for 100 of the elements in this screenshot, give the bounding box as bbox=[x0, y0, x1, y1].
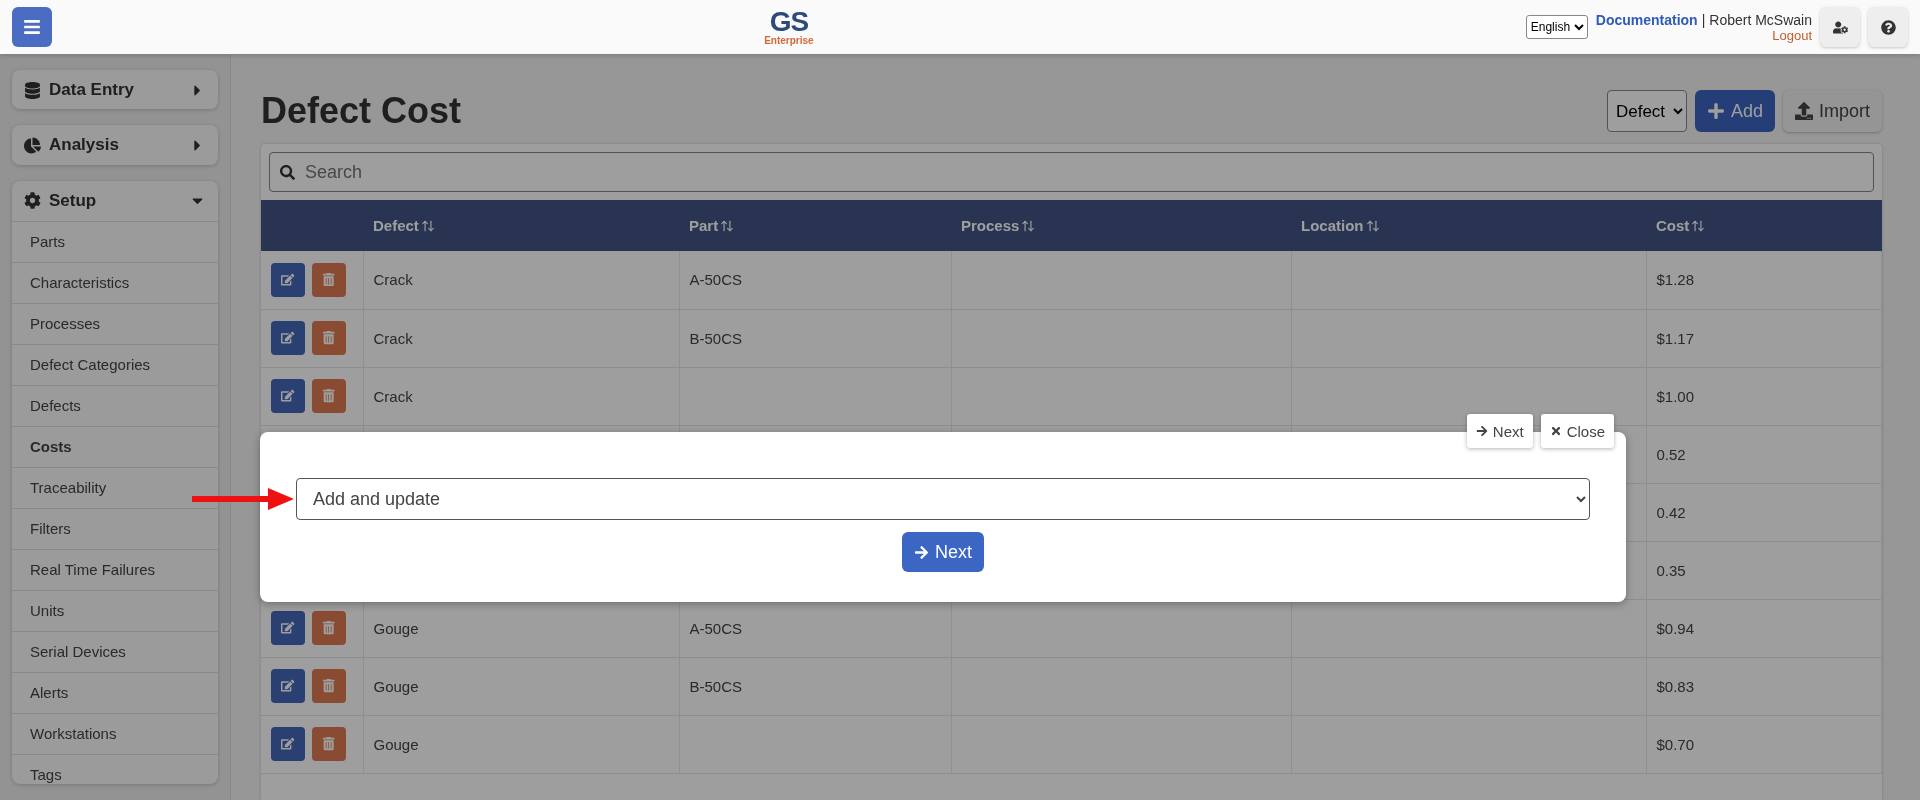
logo-title: GS bbox=[769, 8, 809, 36]
page-title: Defect Cost bbox=[261, 90, 463, 132]
trash-icon bbox=[322, 389, 336, 403]
delete-button[interactable] bbox=[312, 262, 346, 297]
table-cell: A-50CS bbox=[689, 271, 743, 289]
sidebar-item[interactable]: Units bbox=[12, 589, 218, 631]
import-button[interactable]: Import bbox=[1783, 90, 1882, 132]
pie-chart-icon bbox=[24, 136, 41, 154]
table-cell: $1.28 bbox=[1656, 271, 1695, 289]
trash-icon bbox=[322, 737, 336, 751]
documentation-link[interactable]: Documentation bbox=[1595, 11, 1698, 28]
table-cell: Gouge bbox=[373, 735, 419, 753]
delete-button[interactable] bbox=[312, 611, 346, 645]
delete-button[interactable] bbox=[312, 727, 346, 761]
column-title[interactable]: Defect bbox=[373, 217, 419, 234]
table-cell: 0.42 bbox=[1656, 503, 1686, 521]
sidebar-section[interactable]: Setup bbox=[12, 180, 218, 221]
table-cell: 0.35 bbox=[1656, 561, 1686, 579]
sidebar-item[interactable]: Processes bbox=[12, 302, 218, 344]
table-cell: Gouge bbox=[373, 619, 419, 637]
table-cell: $1.17 bbox=[1656, 329, 1695, 347]
language-select[interactable]: English bbox=[1525, 15, 1588, 39]
user-name: Robert McSwain bbox=[1709, 11, 1812, 28]
edit-button[interactable] bbox=[271, 262, 305, 297]
sidebar-section[interactable]: Analysis bbox=[12, 125, 218, 165]
trash-icon bbox=[322, 679, 336, 693]
sidebar-item[interactable]: Real Time Failures bbox=[12, 548, 218, 590]
edit-icon bbox=[281, 737, 295, 751]
menu-icon bbox=[23, 18, 41, 36]
edit-icon bbox=[281, 273, 295, 287]
user-settings-icon bbox=[1832, 19, 1848, 35]
table-cell: A-50CS bbox=[689, 619, 743, 637]
table-cell: Gouge bbox=[373, 677, 419, 695]
sidebar-item[interactable]: Alerts bbox=[12, 671, 218, 713]
close-button[interactable]: Close bbox=[1540, 414, 1614, 448]
logo-subtitle: Enterprise bbox=[764, 36, 814, 46]
sidebar-section[interactable]: Data Entry bbox=[12, 70, 218, 110]
edit-button[interactable] bbox=[271, 727, 305, 761]
search-input[interactable]: Search bbox=[303, 160, 1863, 184]
tour-next-button[interactable]: Next bbox=[1466, 414, 1533, 448]
sort-icon bbox=[420, 218, 435, 233]
category-select[interactable]: Defect bbox=[1606, 90, 1687, 132]
sort-icon bbox=[1021, 218, 1036, 233]
table-cell: $1.00 bbox=[1656, 387, 1695, 405]
help-button[interactable] bbox=[1868, 7, 1908, 47]
sidebar-item[interactable]: Parts bbox=[12, 220, 218, 262]
table-cell: Crack bbox=[373, 329, 413, 347]
sidebar-item[interactable]: Costs bbox=[12, 425, 218, 467]
table-cell: B-50CS bbox=[689, 329, 743, 347]
delete-button[interactable] bbox=[312, 669, 346, 703]
edit-icon bbox=[281, 331, 295, 345]
sidebar-item[interactable]: Defects bbox=[12, 384, 218, 426]
sort-icon bbox=[1691, 218, 1706, 233]
add-button[interactable]: Add bbox=[1694, 90, 1775, 132]
delete-button[interactable] bbox=[312, 379, 346, 413]
sidebar-item[interactable]: Workstations bbox=[12, 712, 218, 754]
table-cell: B-50CS bbox=[689, 677, 743, 695]
edit-icon bbox=[281, 389, 295, 403]
trash-icon bbox=[322, 331, 336, 345]
plus-icon bbox=[1706, 102, 1725, 120]
column-title[interactable]: Cost bbox=[1656, 217, 1690, 234]
column-title[interactable]: Part bbox=[689, 217, 719, 234]
delete-button[interactable] bbox=[312, 321, 346, 355]
edit-button[interactable] bbox=[271, 379, 305, 413]
separator: | bbox=[1701, 11, 1706, 28]
settings-icon bbox=[24, 192, 41, 210]
column-title[interactable]: Location bbox=[1301, 217, 1364, 234]
sort-icon bbox=[720, 218, 735, 233]
sidebar-item[interactable]: Filters bbox=[12, 507, 218, 549]
help-icon bbox=[1880, 19, 1896, 35]
logout-link[interactable]: Logout bbox=[1772, 27, 1812, 43]
action-select[interactable]: Add and update bbox=[296, 478, 1590, 520]
sidebar-item[interactable]: Serial Devices bbox=[12, 630, 218, 672]
table-cell: Crack bbox=[373, 271, 413, 289]
table-cell: 0.52 bbox=[1656, 445, 1686, 463]
search-icon bbox=[280, 164, 295, 180]
edit-icon bbox=[281, 679, 295, 693]
sidebar-item[interactable]: Defect Categories bbox=[12, 343, 218, 385]
upload-icon bbox=[1795, 102, 1813, 120]
column-title[interactable]: Process bbox=[961, 217, 1020, 234]
trash-icon bbox=[322, 621, 336, 635]
table-cell: $0.94 bbox=[1656, 619, 1695, 637]
sidebar-item[interactable]: Tags bbox=[12, 753, 218, 784]
table-cell: Crack bbox=[373, 387, 413, 405]
sort-icon bbox=[1365, 218, 1380, 233]
sidebar-item[interactable]: Characteristics bbox=[12, 261, 218, 303]
edit-icon bbox=[281, 621, 295, 635]
search-field[interactable]: Search bbox=[269, 152, 1874, 192]
table-cell: $0.83 bbox=[1656, 677, 1695, 695]
menu-button[interactable] bbox=[12, 7, 52, 47]
edit-button[interactable] bbox=[271, 669, 305, 703]
arrow-right-icon bbox=[1475, 425, 1488, 437]
arrow-right-icon bbox=[914, 544, 929, 560]
user-settings-button[interactable] bbox=[1820, 7, 1860, 47]
edit-button[interactable] bbox=[271, 611, 305, 645]
close-icon bbox=[1549, 425, 1562, 437]
edit-button[interactable] bbox=[271, 321, 305, 355]
next-button[interactable]: Next bbox=[902, 532, 984, 572]
database-icon bbox=[24, 81, 41, 99]
table-cell: $0.70 bbox=[1656, 735, 1695, 753]
